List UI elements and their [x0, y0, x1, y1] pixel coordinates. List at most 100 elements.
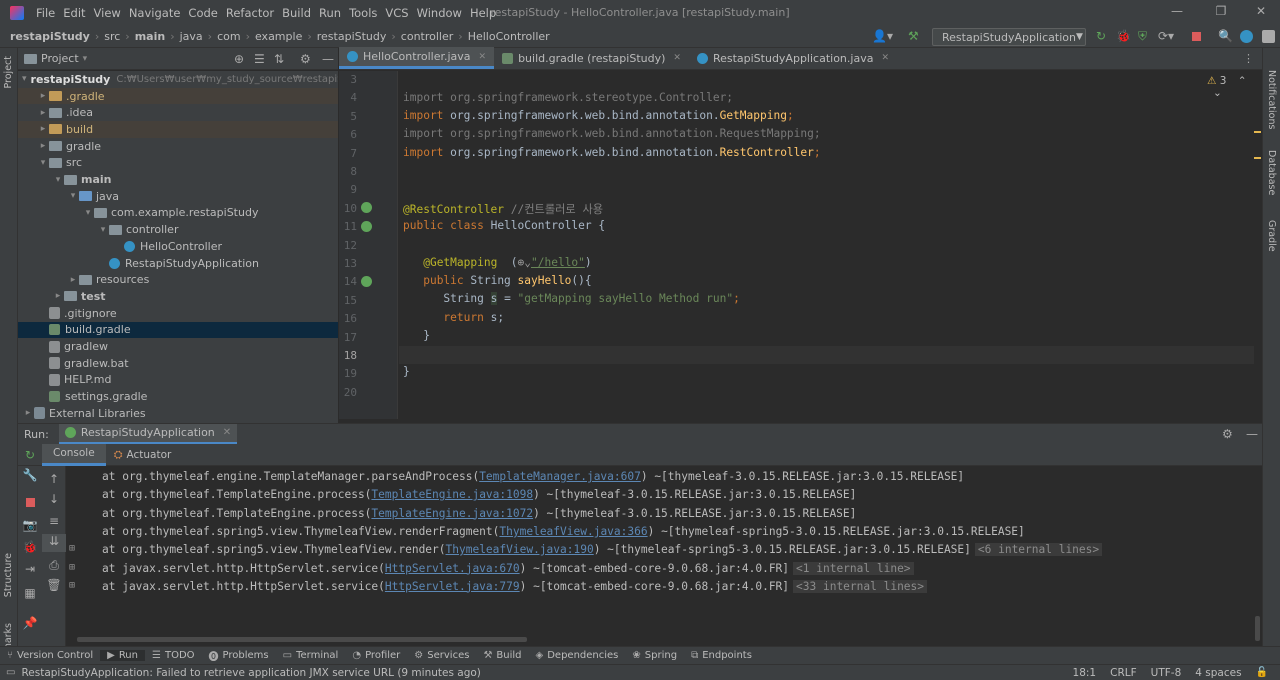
breadcrumb-item[interactable]: example	[253, 30, 304, 43]
stacktrace-link[interactable]: ThymeleafView.java:366	[499, 525, 647, 538]
stop-icon[interactable]	[1192, 32, 1201, 41]
bottom-tab-profiler[interactable]: ◔ Profiler	[345, 650, 407, 661]
breadcrumb-item[interactable]: restapiStudy	[8, 30, 92, 43]
tab-actuator[interactable]: ⛭ Actuator	[106, 444, 180, 466]
debug-icon[interactable]: 🐞	[18, 540, 42, 558]
tree-item[interactable]: ▸ .idea	[18, 104, 338, 121]
stacktrace-link[interactable]: TemplateEngine.java:1098	[371, 488, 533, 501]
tree-item[interactable]: .gitignore	[18, 305, 338, 322]
structure-tool-button[interactable]: Structure	[3, 553, 14, 597]
tree-item[interactable]: HelloController	[18, 238, 338, 255]
chevron-up-icon[interactable]: ⌃	[1238, 75, 1247, 87]
hide-icon[interactable]: —	[1246, 427, 1258, 441]
hide-icon[interactable]: —	[322, 52, 334, 66]
tree-root[interactable]: ▾ restapiStudy C:₩Users₩user₩my_study_so…	[18, 71, 338, 88]
folded-lines[interactable]: <33 internal lines>	[793, 579, 928, 593]
chevron-down-icon[interactable]: ▾	[22, 74, 27, 84]
tree-item[interactable]: ▸ build	[18, 121, 338, 138]
soft-wrap-icon[interactable]: ≡	[42, 514, 66, 532]
coverage-icon[interactable]: ⛨	[1138, 29, 1147, 44]
notifications-tool-button[interactable]: Notifications	[1266, 70, 1277, 129]
cursor-position[interactable]: 18:1	[1073, 667, 1097, 679]
expand-icon[interactable]: ⊞	[69, 580, 75, 591]
breadcrumb-item[interactable]: com	[215, 30, 243, 43]
lock-icon[interactable]: 🔓	[1256, 667, 1268, 679]
editor-tab[interactable]: build.gradle (restapiStudy) ✕	[494, 47, 689, 69]
menu-file[interactable]: File	[32, 6, 59, 20]
run-config-tab[interactable]: RestapiStudyApplication ✕	[58, 423, 238, 445]
breadcrumb-item[interactable]: main	[133, 30, 168, 43]
chevron-right-icon[interactable]: ▸	[52, 291, 64, 301]
tree-item[interactable]: ▾ com.example.restapiStudy	[18, 205, 338, 222]
bottom-tab-todo[interactable]: ☰ TODO	[145, 650, 202, 661]
bottom-tab-dependencies[interactable]: ◈ Dependencies	[529, 650, 626, 661]
debug-icon[interactable]: 🐞	[1116, 29, 1131, 43]
status-icon[interactable]: ▭	[6, 667, 15, 678]
menu-vcs[interactable]: VCS	[381, 6, 412, 20]
chevron-right-icon[interactable]: ▸	[37, 124, 49, 134]
tree-item[interactable]: build.gradle	[18, 321, 338, 339]
breadcrumb-item[interactable]: HelloController	[466, 30, 552, 43]
menu-refactor[interactable]: Refactor	[222, 6, 278, 20]
menu-tools[interactable]: Tools	[345, 6, 381, 20]
menu-help[interactable]: Help	[466, 6, 500, 20]
arrow-up-icon[interactable]: ↑	[42, 472, 66, 490]
profile-icon[interactable]: ⟳▾	[1158, 29, 1174, 43]
gradle-tool-button[interactable]: Gradle	[1266, 220, 1277, 252]
file-encoding[interactable]: UTF-8	[1151, 667, 1182, 679]
globe-icon[interactable]: ⊕⌄	[518, 256, 531, 269]
project-tool-button[interactable]: Project	[3, 56, 14, 89]
chevron-right-icon[interactable]: ▸	[37, 141, 49, 151]
status-message[interactable]: RestapiStudyApplication: Failed to retri…	[21, 667, 480, 679]
tree-item[interactable]: ▸ External Libraries	[18, 405, 338, 422]
inspection-widget[interactable]: ⚠ 3 ⌃ ⌄	[1207, 75, 1254, 99]
gear-icon[interactable]: ⚙	[300, 52, 311, 66]
tree-item[interactable]: ▾ java	[18, 188, 338, 205]
tree-item[interactable]: gradlew.bat	[18, 355, 338, 372]
breadcrumb-item[interactable]: restapiStudy	[315, 30, 389, 43]
wrench-icon[interactable]: 🔧	[18, 468, 42, 486]
chevron-right-icon[interactable]: ▸	[22, 408, 34, 418]
menu-run[interactable]: Run	[315, 6, 345, 20]
breadcrumb-item[interactable]: controller	[399, 30, 455, 43]
menu-code[interactable]: Code	[184, 6, 221, 20]
maximize-icon[interactable]: ❐	[1212, 4, 1230, 22]
chevron-down-icon[interactable]: ▾	[97, 225, 109, 235]
chevron-right-icon[interactable]: ▸	[37, 108, 49, 118]
console-output[interactable]: at org.thymeleaf.engine.TemplateManager.…	[67, 466, 1262, 646]
menu-navigate[interactable]: Navigate	[125, 6, 185, 20]
chevron-right-icon[interactable]: ▸	[37, 91, 49, 101]
bottom-tab-spring[interactable]: ❀ Spring	[625, 650, 684, 661]
close-icon[interactable]: ✕	[881, 53, 889, 63]
trash-icon[interactable]: 🗑	[42, 578, 66, 596]
stop-icon[interactable]	[18, 496, 42, 514]
chevron-down-icon[interactable]: ▾	[83, 54, 88, 64]
rerun-icon[interactable]: ↻	[1096, 29, 1106, 43]
bottom-tab-problems[interactable]: ⓿ Problems	[202, 648, 276, 663]
horizontal-scrollbar[interactable]	[77, 637, 527, 642]
layout-icon[interactable]: ▦	[18, 586, 42, 604]
editor-tab[interactable]: RestapiStudyApplication.java ✕	[689, 47, 897, 69]
tree-item[interactable]: ▸ gradle	[18, 138, 338, 155]
tree-item[interactable]: ▸ test	[18, 288, 338, 305]
menu-edit[interactable]: Edit	[59, 6, 89, 20]
stacktrace-link[interactable]: TemplateEngine.java:1072	[371, 507, 533, 520]
stacktrace-link[interactable]: HttpServlet.java:670	[385, 562, 520, 575]
bottom-tab-endpoints[interactable]: ⧉ Endpoints	[684, 650, 759, 661]
chevron-right-icon[interactable]: ▸	[67, 275, 79, 285]
chevron-down-icon[interactable]: ▾	[82, 208, 94, 218]
close-icon[interactable]: ✕	[1252, 4, 1270, 22]
run-config-select[interactable]: RestapiStudyApplication ▼	[932, 28, 1086, 46]
vertical-scrollbar[interactable]	[1255, 616, 1260, 641]
locate-icon[interactable]: ⊕	[234, 52, 244, 66]
tab-console[interactable]: Console	[42, 443, 106, 466]
breadcrumb-item[interactable]: java	[178, 30, 205, 43]
expand-icon[interactable]: ⊞	[69, 562, 75, 573]
folded-lines[interactable]: <1 internal line>	[793, 561, 914, 575]
chevron-down-icon[interactable]: ⌄	[1213, 87, 1222, 99]
tree-item[interactable]: ▾ main	[18, 171, 338, 188]
more-tabs-icon[interactable]: ⋮	[1243, 52, 1254, 65]
bottom-tab-terminal[interactable]: ▭ Terminal	[276, 650, 346, 661]
menu-build[interactable]: Build	[278, 6, 315, 20]
bottom-tab-version-control[interactable]: ⑂ Version Control	[0, 650, 100, 661]
